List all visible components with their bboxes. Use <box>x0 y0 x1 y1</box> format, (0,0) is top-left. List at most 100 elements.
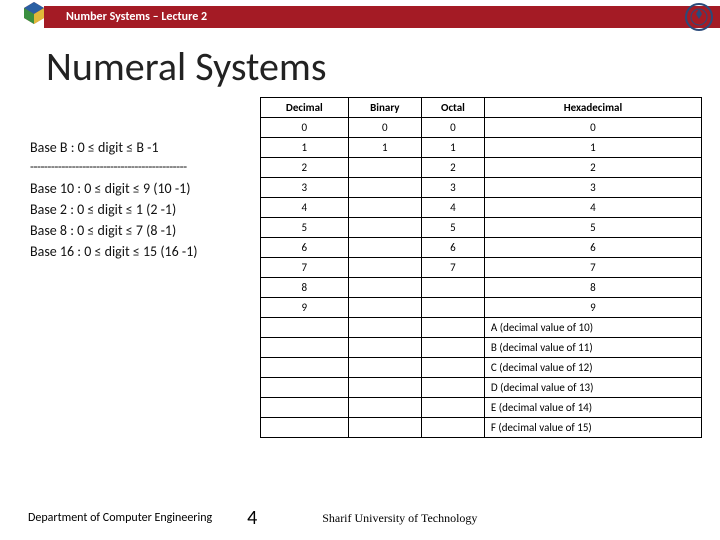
table-row: 1111 <box>261 138 702 158</box>
cell-hex: 8 <box>484 278 701 298</box>
base-16: Base 16 : 0 ≤ digit ≤ 15 (16 -1) <box>30 241 260 262</box>
cell-decimal: 3 <box>261 178 349 198</box>
table-row: 0000 <box>261 118 702 138</box>
cell-decimal: 1 <box>261 138 349 158</box>
cell-decimal <box>261 358 349 378</box>
cell-decimal <box>261 338 349 358</box>
table-row: 88 <box>261 278 702 298</box>
cell-binary <box>348 418 421 438</box>
numeral-table: Decimal Binary Octal Hexadecimal 0000111… <box>260 97 702 438</box>
cell-hex: C (decimal value of 12) <box>484 358 701 378</box>
breadcrumb-text: Number Systems – Lecture 2 <box>66 10 207 24</box>
cell-decimal: 4 <box>261 198 349 218</box>
slide-number: 4 <box>212 506 292 530</box>
table-row: 444 <box>261 198 702 218</box>
cell-octal <box>422 418 485 438</box>
cell-hex: 3 <box>484 178 701 198</box>
cell-binary <box>348 238 421 258</box>
cell-binary <box>348 158 421 178</box>
page-title: Numeral Systems <box>46 42 720 91</box>
table-row: E (decimal value of 14) <box>261 398 702 418</box>
cell-decimal: 7 <box>261 258 349 278</box>
numeral-table-wrap: Decimal Binary Octal Hexadecimal 0000111… <box>260 97 702 438</box>
cell-decimal: 9 <box>261 298 349 318</box>
table-row: B (decimal value of 11) <box>261 338 702 358</box>
cell-octal <box>422 338 485 358</box>
cell-octal: 3 <box>422 178 485 198</box>
table-row: 777 <box>261 258 702 278</box>
cell-hex: 0 <box>484 118 701 138</box>
base-general: Base B : 0 ≤ digit ≤ B -1 <box>30 137 260 158</box>
cell-octal <box>422 298 485 318</box>
cell-decimal: 8 <box>261 278 349 298</box>
cell-decimal <box>261 318 349 338</box>
footer-university: Sharif University of Technology <box>292 511 720 526</box>
table-row: 222 <box>261 158 702 178</box>
cell-hex: 9 <box>484 298 701 318</box>
base-10: Base 10 : 0 ≤ digit ≤ 9 (10 -1) <box>30 178 260 199</box>
cell-hex: 5 <box>484 218 701 238</box>
footer-dept: Department of Computer Engineering <box>0 511 212 525</box>
cell-octal: 4 <box>422 198 485 218</box>
cell-hex: A (decimal value of 10) <box>484 318 701 338</box>
cell-octal: 6 <box>422 238 485 258</box>
cell-octal: 1 <box>422 138 485 158</box>
cell-binary <box>348 338 421 358</box>
cell-hex: B (decimal value of 11) <box>484 338 701 358</box>
cell-binary <box>348 178 421 198</box>
base-8: Base 8 : 0 ≤ digit ≤ 7 (8 -1) <box>30 220 260 241</box>
cell-hex: E (decimal value of 14) <box>484 398 701 418</box>
cell-hex: 6 <box>484 238 701 258</box>
table-row: 333 <box>261 178 702 198</box>
cell-binary <box>348 198 421 218</box>
cell-binary <box>348 398 421 418</box>
cell-octal <box>422 378 485 398</box>
cell-octal <box>422 358 485 378</box>
col-hex: Hexadecimal <box>484 98 701 118</box>
cell-hex: 2 <box>484 158 701 178</box>
cell-hex: 7 <box>484 258 701 278</box>
breadcrumb-bar: Number Systems – Lecture 2 <box>44 6 720 28</box>
cell-binary <box>348 218 421 238</box>
cell-octal <box>422 398 485 418</box>
table-row: 99 <box>261 298 702 318</box>
logo-right-icon <box>684 2 714 32</box>
base-definitions: Base B : 0 ≤ digit ≤ B -1 --------------… <box>14 97 260 262</box>
cell-binary <box>348 278 421 298</box>
cell-binary <box>348 298 421 318</box>
cell-decimal <box>261 378 349 398</box>
table-row: C (decimal value of 12) <box>261 358 702 378</box>
separator: ----------------------------------------… <box>30 158 260 178</box>
cell-hex: 4 <box>484 198 701 218</box>
footer: Department of Computer Engineering 4 Sha… <box>0 506 720 530</box>
cell-decimal: 0 <box>261 118 349 138</box>
cell-binary <box>348 358 421 378</box>
cell-hex: 1 <box>484 138 701 158</box>
cell-octal <box>422 278 485 298</box>
cell-octal: 0 <box>422 118 485 138</box>
base-2: Base 2 : 0 ≤ digit ≤ 1 (2 -1) <box>30 199 260 220</box>
content-area: Base B : 0 ≤ digit ≤ B -1 --------------… <box>0 97 720 438</box>
table-row: 555 <box>261 218 702 238</box>
cell-decimal <box>261 398 349 418</box>
cell-octal <box>422 318 485 338</box>
col-octal: Octal <box>422 98 485 118</box>
cell-octal: 2 <box>422 158 485 178</box>
cell-binary <box>348 258 421 278</box>
cell-binary: 1 <box>348 138 421 158</box>
cell-binary <box>348 318 421 338</box>
table-row: D (decimal value of 13) <box>261 378 702 398</box>
cell-decimal: 5 <box>261 218 349 238</box>
cell-binary: 0 <box>348 118 421 138</box>
table-row: F (decimal value of 15) <box>261 418 702 438</box>
cell-decimal <box>261 418 349 438</box>
header-bar: Number Systems – Lecture 2 <box>0 0 720 34</box>
cell-decimal: 6 <box>261 238 349 258</box>
cell-hex: D (decimal value of 13) <box>484 378 701 398</box>
col-decimal: Decimal <box>261 98 349 118</box>
cell-octal: 5 <box>422 218 485 238</box>
table-row: A (decimal value of 10) <box>261 318 702 338</box>
col-binary: Binary <box>348 98 421 118</box>
cell-octal: 7 <box>422 258 485 278</box>
table-header-row: Decimal Binary Octal Hexadecimal <box>261 98 702 118</box>
